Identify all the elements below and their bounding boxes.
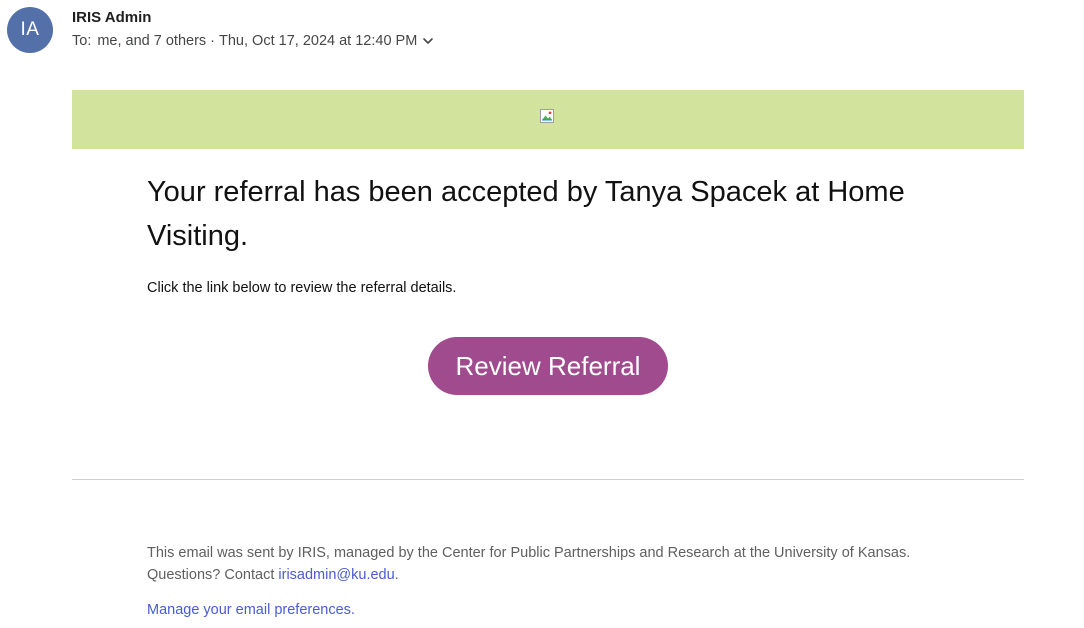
questions-line: Questions? Contact irisadmin@ku.edu. <box>147 564 1007 586</box>
recipients-line: To: me, and 7 others · Thu, Oct 17, 2024… <box>72 33 435 49</box>
divider <box>72 479 1024 480</box>
contact-email-link[interactable]: irisadmin@ku.edu <box>278 567 394 583</box>
recipients-list: me, and 7 others <box>97 33 207 49</box>
email-view: IA IRIS Admin To: me, and 7 others · Thu… <box>0 0 1084 628</box>
sent-date: Thu, Oct 17, 2024 at 12:40 PM <box>219 33 418 49</box>
footer-line: This email was sent by IRIS, managed by … <box>147 545 911 561</box>
questions-prefix: Questions? Contact <box>147 567 279 583</box>
footer-text: This email was sent by IRIS, managed by … <box>147 542 1007 586</box>
chevron-down-icon[interactable] <box>421 34 435 48</box>
instruction-text: Click the link below to review the refer… <box>147 280 457 296</box>
broken-image-icon <box>539 108 555 124</box>
to-label: To: <box>72 33 92 49</box>
email-preferences: Manage your email preferences. <box>147 602 355 618</box>
headline: Your referral has been accepted by Tanya… <box>147 176 905 252</box>
separator: · <box>210 33 216 49</box>
manage-preferences-link[interactable]: Manage your email preferences. <box>147 602 355 618</box>
questions-suffix: . <box>394 567 399 583</box>
avatar[interactable]: IA <box>7 7 53 53</box>
sender-name[interactable]: IRIS Admin <box>72 9 151 26</box>
review-referral-button[interactable]: Review Referral <box>428 337 668 395</box>
header-banner <box>72 90 1024 149</box>
